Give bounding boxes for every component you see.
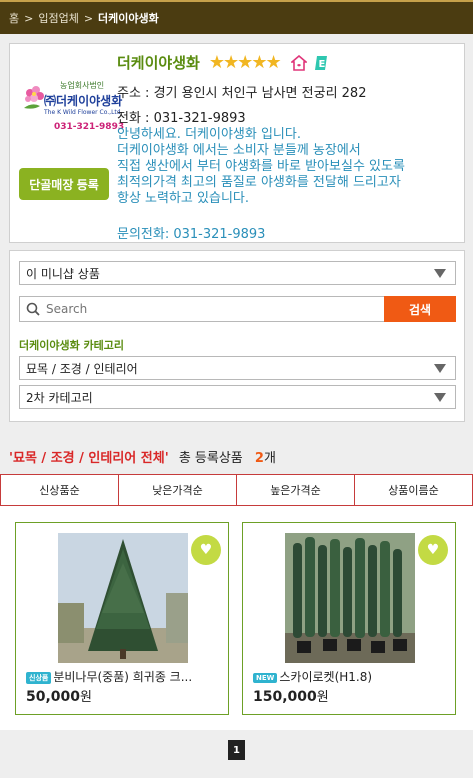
category-label: 더케이야생화 카테고리: [19, 339, 125, 352]
sort-price-high[interactable]: 높은가격순: [237, 475, 355, 505]
product-image[interactable]: [285, 533, 415, 663]
shop-contact: 문의전화: 031-321-9893: [117, 227, 266, 242]
logo-line2: The K Wild Flower Co.,Ltd: [44, 109, 121, 116]
scope-select-value: 이 미니샵 상품: [26, 266, 100, 281]
shop-name: 더케이야생화: [117, 54, 200, 72]
category1-select-value: 묘목 / 조경 / 인테리어: [26, 361, 138, 376]
shop-details: 더케이야생화 ★★★★★ E 주소 : 경기 용인시 처인구 남사면 전궁리 2…: [117, 52, 462, 242]
product-name[interactable]: 신상품 분비나무(중품) 희귀종 크...: [26, 668, 222, 685]
product-price: 50,000원: [26, 686, 92, 705]
product-grid: ♥ 신상품 분비나무(중품) 희귀종 크... 50,000원 ♥ NEW 스카…: [0, 506, 473, 730]
category2-select[interactable]: 2차 카테고리: [19, 385, 456, 409]
product-name-text: 스카이로켓(H1.8): [279, 670, 373, 684]
breadcrumb: 홈 > 입점업체 > 더케이야생화: [0, 0, 473, 34]
description-line: 항상 노력하고 있습니다.: [117, 191, 249, 206]
product-tag: 신상품: [26, 671, 52, 684]
product-price-value: 50,000: [26, 689, 81, 705]
description-line: 더케이야생화 에서는 소비자 분들께 농장에서: [117, 143, 361, 158]
product-price-value: 150,000: [253, 689, 317, 705]
shop-logo: 농업회사법인 ㈜더케이야생화 The K Wild Flower Co.,Ltd…: [20, 76, 124, 176]
search-input[interactable]: [19, 296, 385, 322]
product-summary: '묘목 / 조경 / 인테리어 전체' 총 등록상품 2개: [9, 447, 276, 466]
search-icon: [26, 302, 40, 316]
sort-bar: 신상품순 낮은가격순 높은가격순 상품이름순: [0, 474, 473, 506]
search-row: 검색: [19, 296, 456, 322]
sort-newest[interactable]: 신상품순: [0, 475, 119, 505]
logo-brand: ㈜더케이야생화: [44, 94, 123, 108]
chevron-down-icon: [434, 269, 446, 278]
product-name-text: 분비나무(중품) 희귀종 크...: [53, 670, 193, 684]
svg-text:E: E: [318, 59, 325, 70]
breadcrumb-separator: >: [24, 11, 34, 25]
rating-stars-icon: ★★★★★: [208, 52, 282, 73]
shop-address: 주소 : 경기 용인시 처인구 남사면 전궁리 282: [117, 86, 367, 101]
product-card[interactable]: ♥ NEW 스카이로켓(H1.8) 150,000원: [242, 522, 456, 715]
product-image[interactable]: [58, 533, 188, 663]
breadcrumb-section[interactable]: 입점업체: [38, 10, 78, 26]
shop-phone: 전화 : 031-321-9893: [117, 111, 246, 126]
category1-select[interactable]: 묘목 / 조경 / 인테리어: [19, 356, 456, 380]
heart-wishlist-icon[interactable]: ♥: [191, 535, 221, 565]
shop-info-panel: 농업회사법인 ㈜더케이야생화 The K Wild Flower Co.,Ltd…: [9, 43, 465, 243]
logo-phone: 031-321-9893: [54, 122, 125, 132]
breadcrumb-separator: >: [83, 11, 94, 25]
breadcrumb-current: 더케이야생화: [98, 12, 159, 25]
product-price: 150,000원: [253, 686, 329, 705]
breadcrumb-home[interactable]: 홈: [9, 10, 19, 26]
description-line: 직접 생산에서 부터 야생화를 바로 받아보실수 있도록: [117, 159, 405, 174]
product-price-unit: 원: [316, 690, 329, 705]
product-name[interactable]: NEW 스카이로켓(H1.8): [253, 668, 449, 685]
pagination-page[interactable]: 1: [228, 740, 245, 760]
logo-line1: 농업회사법인: [60, 81, 105, 90]
skyrocket-tree-image: [285, 533, 415, 663]
product-tag: NEW: [253, 672, 278, 683]
chevron-down-icon: [434, 364, 446, 373]
category2-select-value: 2차 카테고리: [26, 390, 93, 405]
sort-name[interactable]: 상품이름순: [355, 475, 473, 505]
shop-description: 안녕하세요. 더케이야생화 입니다. 더케이야생화 에서는 소비자 분들께 농장…: [117, 127, 462, 207]
summary-label: 총 등록상품: [178, 451, 243, 466]
summary-unit: 개: [263, 451, 276, 466]
fir-tree-image: [58, 533, 188, 663]
sort-price-low[interactable]: 낮은가격순: [119, 475, 237, 505]
product-price-unit: 원: [80, 690, 92, 705]
register-favorite-button[interactable]: 단골매장 등록: [19, 168, 109, 200]
heart-wishlist-icon[interactable]: ♥: [418, 535, 448, 565]
chevron-down-icon: [434, 393, 446, 402]
filter-panel: 이 미니샵 상품 검색 더케이야생화 카테고리 묘목 / 조경 / 인테리어 2…: [9, 250, 465, 422]
e-badge-icon[interactable]: E: [314, 55, 328, 71]
search-button[interactable]: 검색: [384, 296, 456, 322]
home-badge-icon[interactable]: [290, 54, 307, 71]
description-line: 최적의가격 최고의 품질로 야생화를 전달해 드리고자: [117, 175, 401, 190]
description-line: 안녕하세요. 더케이야생화 입니다.: [117, 127, 301, 142]
scope-select[interactable]: 이 미니샵 상품: [19, 261, 456, 285]
summary-category: '묘목 / 조경 / 인테리어 전체': [9, 451, 169, 466]
summary-count: 2: [254, 451, 264, 466]
product-card[interactable]: ♥ 신상품 분비나무(중품) 희귀종 크... 50,000원: [15, 522, 229, 715]
